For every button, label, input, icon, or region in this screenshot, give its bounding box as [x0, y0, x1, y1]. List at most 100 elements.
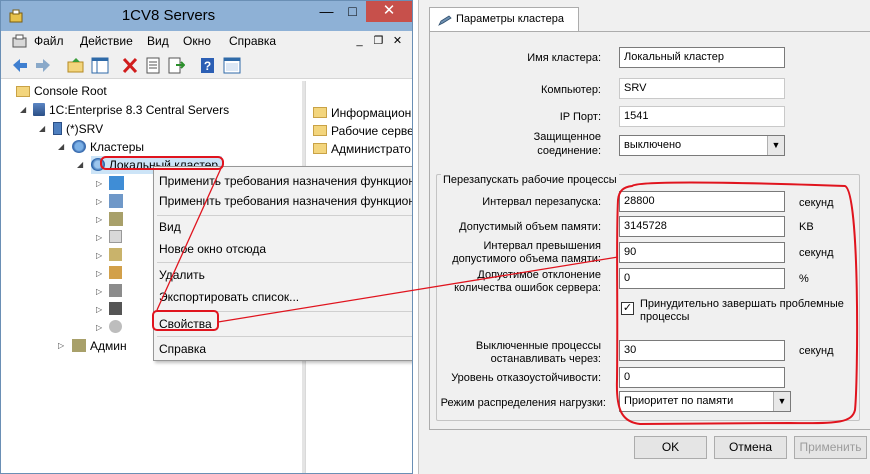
help-icon[interactable]: ?	[199, 57, 217, 74]
ok-button[interactable]: OK	[634, 436, 707, 459]
menu-item-apply-requirements[interactable]: Применить требования назначения функцион…	[159, 171, 412, 191]
expand-arrow-icon[interactable]: ▷	[96, 233, 106, 243]
stop-processes-label-2: останавливать через:	[490, 353, 601, 365]
menu-action[interactable]: Действие	[80, 34, 133, 48]
tree-item-admins[interactable]: Админ	[72, 337, 127, 355]
admin-icon	[72, 339, 86, 352]
load-balancing-label: Режим распределения нагрузки:	[440, 397, 606, 409]
view-icon[interactable]	[223, 57, 241, 74]
menu-item-new-window[interactable]: Новое окно отсюда	[159, 239, 266, 259]
memory-exceed-label-2: допустимого объема памяти:	[452, 253, 601, 265]
menu-separator	[157, 262, 412, 263]
computer-field[interactable]: SRV	[619, 78, 785, 99]
expand-arrow-icon[interactable]: ▷	[58, 341, 68, 351]
menu-file[interactable]: Файл	[34, 34, 64, 48]
close-button[interactable]: ✕	[366, 1, 412, 22]
child-restore-button[interactable]: ❐	[370, 34, 387, 50]
tab-label: Параметры кластера	[456, 13, 564, 25]
expand-arrow-icon[interactable]: ▷	[96, 251, 106, 261]
expand-arrow-icon[interactable]: ▷	[96, 179, 106, 189]
apply-button[interactable]: Применить	[794, 436, 867, 459]
list-item[interactable]: Администрато	[313, 140, 411, 158]
show-tree-icon[interactable]	[91, 57, 109, 74]
chevron-down-icon[interactable]: ▼	[767, 136, 784, 155]
secure-connection-label-2: соединение:	[537, 145, 601, 157]
memory-exceed-label-1: Интервал превышения	[483, 240, 601, 252]
folder-icon	[313, 143, 327, 154]
child-window-controls: _ ❐ ✕	[351, 33, 408, 50]
back-arrow-icon[interactable]	[11, 57, 29, 74]
delete-icon[interactable]	[121, 57, 139, 74]
up-folder-icon[interactable]	[67, 57, 85, 74]
minimize-button[interactable]: —	[314, 1, 339, 22]
server-group-icon	[33, 103, 45, 116]
menu-item-help[interactable]: Справка	[159, 339, 206, 359]
folder-icon	[16, 86, 30, 97]
tree-item-console-root[interactable]: Console Root	[16, 82, 107, 100]
restart-interval-field[interactable]: 28800	[619, 191, 785, 212]
window-title: 1CV8 Servers	[121, 7, 216, 24]
servers-icon	[109, 194, 123, 208]
expand-arrow-icon[interactable]: ▷	[96, 215, 106, 225]
title-bar: 1CV8 Servers — □ ✕	[1, 1, 412, 31]
menu-help[interactable]: Справка	[229, 34, 276, 48]
collapse-arrow-icon[interactable]: ◢	[58, 142, 68, 152]
collapse-arrow-icon[interactable]: ◢	[20, 105, 30, 115]
menu-separator	[157, 215, 412, 216]
collapse-arrow-icon[interactable]: ◢	[39, 124, 49, 134]
list-item[interactable]: Информацион	[313, 104, 411, 122]
export-list-icon[interactable]	[167, 57, 185, 74]
cancel-button[interactable]: Отмена	[714, 436, 787, 459]
memory-exceed-unit: секунд	[799, 247, 834, 259]
force-close-checkbox[interactable]: ✓	[621, 302, 634, 315]
menu-item-export-list[interactable]: Экспортировать список...	[159, 287, 299, 307]
menu-item-properties[interactable]: Свойства	[159, 314, 212, 334]
menu-separator	[157, 336, 412, 337]
expand-arrow-icon[interactable]: ▷	[96, 323, 106, 333]
secure-connection-label-1: Защищенное	[533, 131, 601, 143]
expand-arrow-icon[interactable]: ▷	[96, 305, 106, 315]
infobases-icon	[109, 176, 124, 190]
load-balancing-select[interactable]: Приоритет по памяти ▼	[619, 391, 791, 412]
expand-arrow-icon[interactable]: ▷	[96, 197, 106, 207]
maximize-button[interactable]: □	[340, 1, 365, 22]
menu-item-delete[interactable]: Удалить	[159, 265, 205, 285]
cluster-name-label: Имя кластера:	[527, 52, 601, 64]
menu-view[interactable]: Вид	[147, 34, 169, 48]
secure-connection-select[interactable]: выключено ▼	[619, 135, 785, 156]
menu-item-view[interactable]: Вид	[159, 217, 181, 237]
memory-limit-field[interactable]: 3145728	[619, 216, 785, 237]
tab-cluster-parameters[interactable]: Параметры кластера	[429, 7, 579, 32]
list-item[interactable]: Рабочие серве	[313, 122, 412, 140]
security-profiles-icon	[109, 284, 122, 297]
admins-icon	[109, 212, 123, 226]
tree-item-clusters[interactable]: Кластеры	[72, 138, 144, 156]
expand-arrow-icon[interactable]: ▷	[96, 269, 106, 279]
menu-window[interactable]: Окно	[183, 34, 211, 48]
menu-item-apply-requirements-2[interactable]: Применить требования назначения функцион	[159, 191, 412, 211]
pencil-icon	[438, 15, 452, 26]
folder-icon	[313, 107, 327, 118]
child-close-button[interactable]: ✕	[389, 34, 406, 50]
force-close-label-2: процессы	[640, 311, 690, 323]
chevron-down-icon[interactable]: ▼	[773, 392, 790, 411]
restart-interval-unit: секунд	[799, 197, 834, 209]
restart-interval-label: Интервал перезапуска:	[482, 196, 601, 208]
memory-exceed-field[interactable]: 90	[619, 242, 785, 263]
folder-icon	[313, 125, 327, 136]
computer-label: Компьютер:	[541, 84, 601, 96]
restart-processes-group-title: Перезапускать рабочие процессы	[441, 173, 619, 187]
connections-icon	[109, 266, 122, 279]
cluster-name-field[interactable]: Локальный кластер	[619, 47, 785, 68]
fault-tolerance-field[interactable]: 0	[619, 367, 785, 388]
properties-icon[interactable]	[144, 57, 162, 74]
forward-arrow-icon[interactable]	[34, 57, 52, 74]
expand-arrow-icon[interactable]: ▷	[96, 287, 106, 297]
child-minimize-button[interactable]: _	[351, 34, 368, 50]
ip-port-field[interactable]: 1541	[619, 106, 785, 127]
tree-item-srv[interactable]: (*)SRV	[53, 120, 103, 138]
tree-item-central-servers[interactable]: 1C:Enterprise 8.3 Central Servers	[33, 101, 229, 119]
error-deviation-field[interactable]: 0	[619, 268, 785, 289]
stop-processes-field[interactable]: 30	[619, 340, 785, 361]
collapse-arrow-icon[interactable]: ◢	[77, 160, 87, 170]
